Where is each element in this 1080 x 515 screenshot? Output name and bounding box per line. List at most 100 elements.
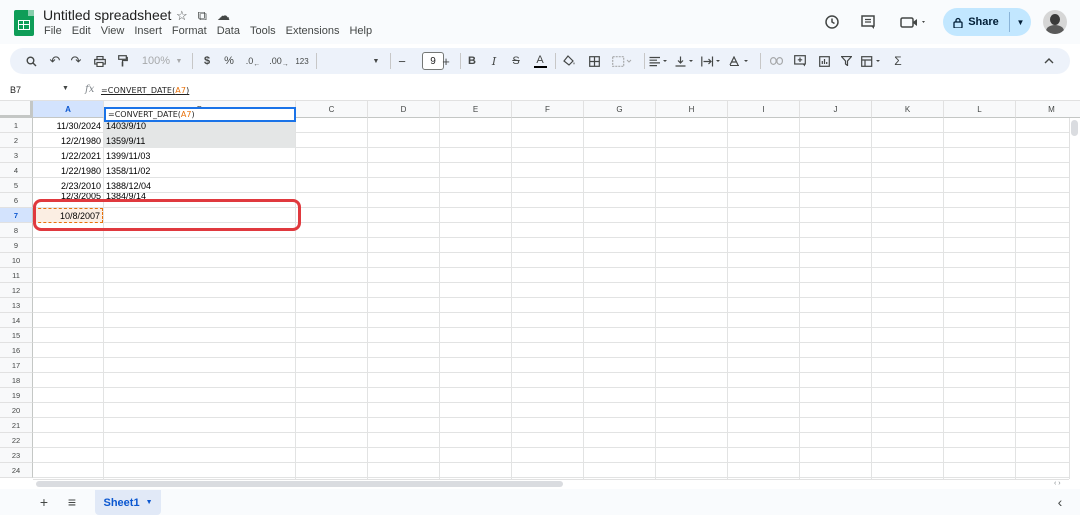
column-header-a[interactable]: A xyxy=(33,101,104,118)
row-header-6[interactable]: 6 xyxy=(0,193,33,208)
row-header-15[interactable]: 15 xyxy=(0,328,33,343)
cell-editor-b7[interactable]: =CONVERT_DATE(A7) xyxy=(104,107,296,122)
increase-decimal-button[interactable]: .00 → xyxy=(269,48,289,74)
cell-a3[interactable]: 1/22/2021 xyxy=(33,148,103,163)
star-icon[interactable]: ☆ xyxy=(176,8,188,24)
menu-help[interactable]: Help xyxy=(349,25,372,37)
vertical-align-icon[interactable] xyxy=(674,48,698,74)
menu-extensions[interactable]: Extensions xyxy=(286,25,340,37)
vertical-scrollbar[interactable] xyxy=(1069,118,1080,479)
undo-icon[interactable]: ↶ xyxy=(46,48,64,74)
text-wrapping-icon[interactable] xyxy=(700,48,726,74)
row-header-20[interactable]: 20 xyxy=(0,403,33,418)
column-header-i[interactable]: I xyxy=(728,101,800,118)
cloud-status-icon[interactable]: ☁ xyxy=(217,8,230,24)
currency-format-button[interactable]: $ xyxy=(200,48,214,74)
font-family-dropdown-icon[interactable]: ▼ xyxy=(370,48,382,74)
row-header-19[interactable]: 19 xyxy=(0,388,33,403)
cell-b2[interactable]: 1359/9/11 xyxy=(104,133,295,148)
print-icon[interactable] xyxy=(91,48,109,74)
filter-views-icon[interactable] xyxy=(860,48,886,74)
row-header-2[interactable]: 2 xyxy=(0,133,33,148)
paint-format-icon[interactable] xyxy=(114,48,132,74)
row-header-12[interactable]: 12 xyxy=(0,283,33,298)
horizontal-align-icon[interactable] xyxy=(648,48,672,74)
menu-tools[interactable]: Tools xyxy=(250,25,276,37)
column-header-e[interactable]: E xyxy=(440,101,512,118)
horizontal-scroll-thumb[interactable] xyxy=(36,481,563,487)
column-header-k[interactable]: K xyxy=(872,101,944,118)
row-header-8[interactable]: 8 xyxy=(0,223,33,238)
menu-edit[interactable]: Edit xyxy=(72,25,91,37)
borders-icon[interactable] xyxy=(586,48,602,74)
row-header-9[interactable]: 9 xyxy=(0,238,33,253)
menu-format[interactable]: Format xyxy=(172,25,207,37)
menu-file[interactable]: File xyxy=(44,25,62,37)
name-box-dropdown-icon[interactable]: ▼ xyxy=(62,85,69,92)
spreadsheet-grid[interactable]: ABCDEFGHIJKLM123456789101112131415161718… xyxy=(0,101,1080,479)
select-all-corner[interactable] xyxy=(0,101,33,118)
cell-a7[interactable]: 10/8/2007 xyxy=(33,208,103,223)
text-color-button[interactable]: A xyxy=(532,48,548,74)
row-header-13[interactable]: 13 xyxy=(0,298,33,313)
comments-icon[interactable] xyxy=(857,11,879,33)
meet-video-icon[interactable] xyxy=(897,11,931,33)
more-formats-button[interactable]: 123 xyxy=(292,48,312,74)
row-header-11[interactable]: 11 xyxy=(0,268,33,283)
cell-a2[interactable]: 12/2/1980 xyxy=(33,133,103,148)
move-to-folder-icon[interactable]: ⧉ xyxy=(198,8,207,24)
avatar[interactable] xyxy=(1043,10,1067,34)
bold-button[interactable]: B xyxy=(465,48,479,74)
decrease-font-size-button[interactable]: − xyxy=(395,48,409,74)
share-button[interactable]: Share ▼ xyxy=(943,8,1031,36)
row-header-22[interactable]: 22 xyxy=(0,433,33,448)
search-icon[interactable] xyxy=(22,48,40,74)
merge-cells-icon[interactable] xyxy=(610,48,636,74)
row-header-3[interactable]: 3 xyxy=(0,148,33,163)
column-header-g[interactable]: G xyxy=(584,101,656,118)
add-sheet-button[interactable]: + xyxy=(35,493,53,511)
row-header-10[interactable]: 10 xyxy=(0,253,33,268)
insert-chart-icon[interactable] xyxy=(815,48,833,74)
name-box[interactable]: B7 xyxy=(10,85,21,95)
document-title[interactable]: Untitled spreadsheet xyxy=(43,7,171,23)
italic-button[interactable]: I xyxy=(487,48,501,74)
column-header-h[interactable]: H xyxy=(656,101,728,118)
column-header-m[interactable]: M xyxy=(1016,101,1080,118)
row-header-1[interactable]: 1 xyxy=(0,118,33,133)
sheet-tab-sheet1[interactable]: Sheet1 ▼ xyxy=(95,490,161,515)
zoom-select[interactable]: 100% xyxy=(138,48,174,74)
explore-collapse-icon[interactable]: ‹ xyxy=(1051,493,1069,511)
column-header-l[interactable]: L xyxy=(944,101,1016,118)
column-header-d[interactable]: D xyxy=(368,101,440,118)
zoom-dropdown-icon[interactable]: ▼ xyxy=(174,48,184,74)
decrease-decimal-button[interactable]: .0 ← xyxy=(244,48,262,74)
increase-font-size-button[interactable]: + xyxy=(439,48,453,74)
column-header-c[interactable]: C xyxy=(296,101,368,118)
cell-b3[interactable]: 1399/11/03 xyxy=(104,148,295,163)
fill-color-icon[interactable] xyxy=(561,48,577,74)
percent-format-button[interactable]: % xyxy=(222,48,236,74)
cell-a4[interactable]: 1/22/1980 xyxy=(33,163,103,178)
row-header-5[interactable]: 5 xyxy=(0,178,33,193)
menu-view[interactable]: View xyxy=(101,25,125,37)
sheet-tab-dropdown-icon[interactable]: ▼ xyxy=(146,499,153,506)
collapse-toolbar-icon[interactable] xyxy=(1040,48,1058,74)
row-header-24[interactable]: 24 xyxy=(0,463,33,478)
row-header-14[interactable]: 14 xyxy=(0,313,33,328)
functions-button[interactable]: Σ xyxy=(890,48,906,74)
cell-a5[interactable]: 2/23/2010 xyxy=(33,178,103,193)
row-header-16[interactable]: 16 xyxy=(0,343,33,358)
sheets-logo-icon[interactable] xyxy=(14,10,34,36)
formula-input[interactable]: =CONVERT_DATE(A7) xyxy=(101,86,189,95)
row-header-4[interactable]: 4 xyxy=(0,163,33,178)
row-header-21[interactable]: 21 xyxy=(0,418,33,433)
vertical-scroll-thumb[interactable] xyxy=(1071,120,1078,136)
share-dropdown-icon[interactable]: ▼ xyxy=(1010,8,1031,36)
redo-icon[interactable]: ↷ xyxy=(67,48,85,74)
column-header-j[interactable]: J xyxy=(800,101,872,118)
row-header-23[interactable]: 23 xyxy=(0,448,33,463)
row-header-17[interactable]: 17 xyxy=(0,358,33,373)
cell-b6[interactable]: 1384/9/14 xyxy=(104,193,295,201)
text-rotation-icon[interactable] xyxy=(728,48,754,74)
